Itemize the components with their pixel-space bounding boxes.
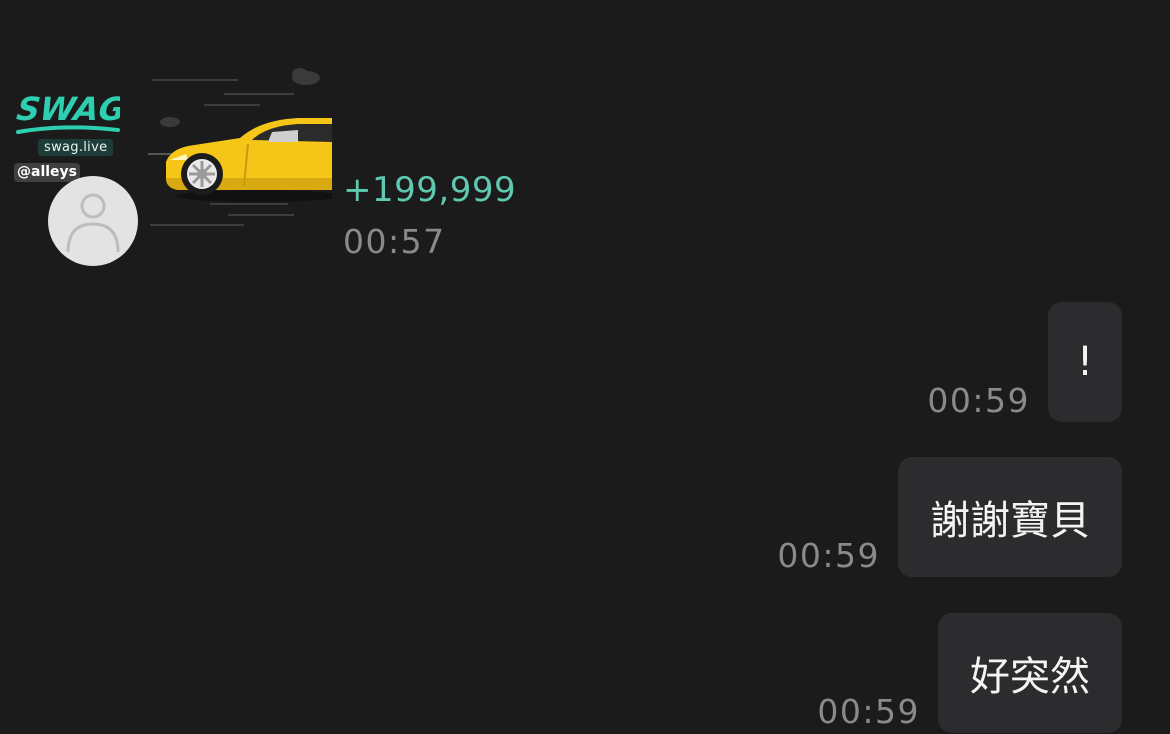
message-timestamp: 00:59: [817, 692, 920, 731]
outgoing-message: 00:59 謝謝寶貝: [777, 457, 1122, 577]
watermark-site: swag.live: [38, 139, 114, 156]
message-bubble[interactable]: !: [1048, 302, 1122, 422]
svg-text:SWAG: SWAG: [14, 90, 120, 128]
watermark-handle: @alleys: [14, 163, 80, 182]
message-bubble[interactable]: 謝謝寶貝: [898, 457, 1122, 577]
default-user-icon: [66, 193, 120, 253]
outgoing-message: 00:59 好突然: [817, 613, 1122, 733]
message-timestamp: 00:59: [777, 536, 880, 575]
gift-timestamp: 00:57: [343, 222, 446, 261]
chat-screen: SWAG swag.live @alleys +199,999 00:57 00…: [0, 0, 1170, 734]
swag-watermark: SWAG swag.live @alleys: [14, 88, 124, 188]
avatar[interactable]: [48, 176, 138, 266]
outgoing-message: 00:59 !: [927, 302, 1122, 422]
swag-logo: SWAG: [14, 90, 120, 134]
message-timestamp: 00:59: [927, 381, 1030, 420]
yellow-sports-car-icon: [148, 68, 332, 226]
gift-amount: +199,999: [343, 170, 517, 210]
message-bubble[interactable]: 好突然: [938, 613, 1122, 733]
